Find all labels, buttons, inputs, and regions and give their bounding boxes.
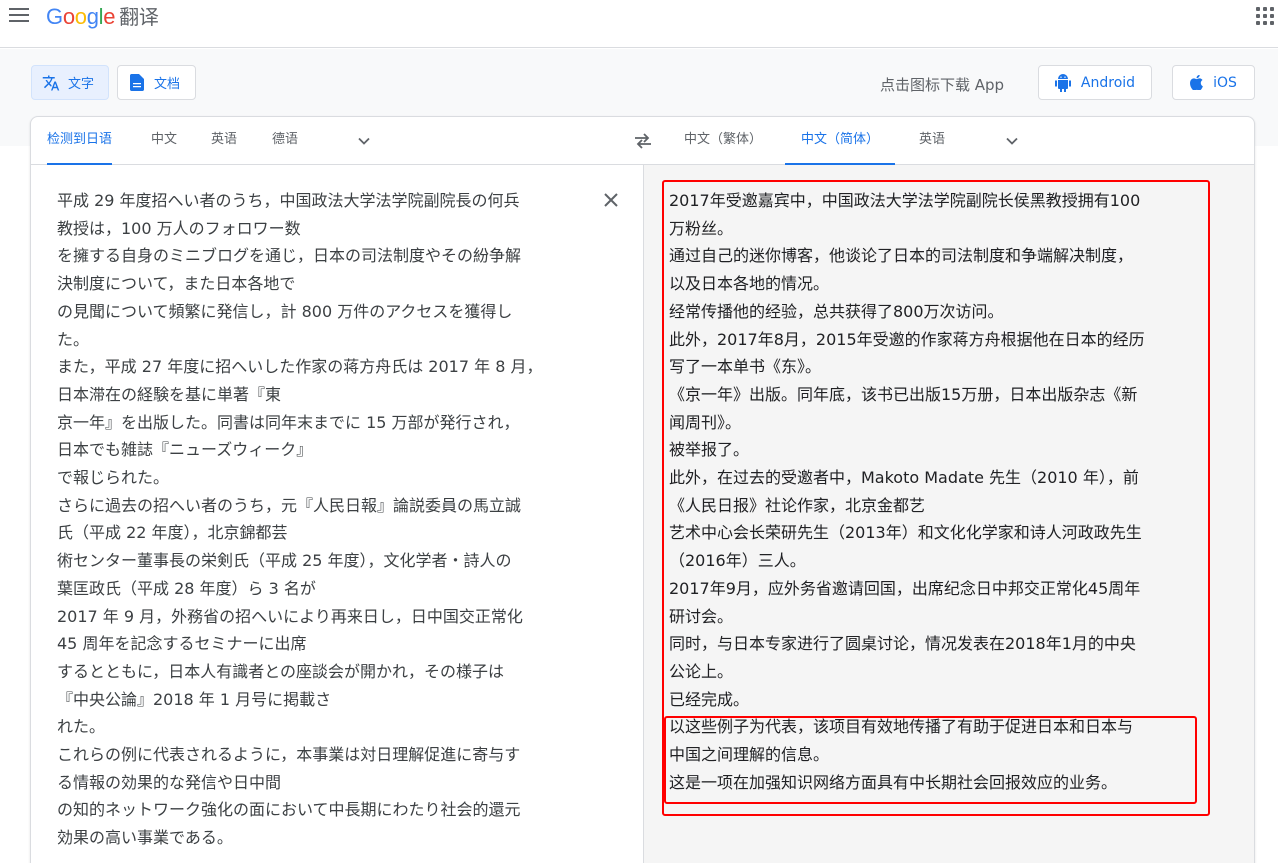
source-line: 平成 29 年度招へい者のうち，中国政法大学法学院副院長の何兵 — [57, 191, 520, 210]
android-icon — [1054, 73, 1071, 92]
google-apps-icon[interactable] — [1256, 7, 1274, 25]
source-line: の知的ネットワーク強化の面において中長期にわたり社会的還元 — [57, 800, 521, 820]
ios-label: iOS — [1213, 74, 1237, 91]
source-line: れた。 — [57, 717, 106, 737]
source-line: た。 — [57, 329, 90, 349]
source-line: を擁する自身のミニブログを通じ，日本の司法制度やその紛争解 — [57, 246, 522, 266]
source-line: 45 周年を記念するセミナーに出席 — [57, 634, 307, 654]
translate-icon — [42, 74, 60, 92]
source-line: 効果の高い事業である。 — [57, 828, 233, 848]
source-line: 教授は，100 万人のフォロワー数 — [57, 218, 301, 238]
tab-source-english[interactable]: 英语 — [211, 117, 237, 165]
translation-card: 检测到日语 中文 英语 德语 中文（繁体） 中文（简体） 英语 平成 29 年度… — [30, 116, 1255, 863]
translation-line: 艺术中心会长荣研先生（2013年）和文化化学家和诗人河政政先生 — [669, 523, 1142, 543]
translation-line: 以及日本各地的情况。 — [669, 274, 830, 294]
translation-line: 2017年9月，应外务省邀请回国，出席纪念日中邦交正常化45周年 — [669, 578, 1141, 598]
tab-target-english[interactable]: 英语 — [919, 117, 945, 165]
source-line: 日本でも雑誌『ニューズウィーク』 — [57, 440, 313, 460]
source-line: 術センター董事長の栄剣氏（平成 25 年度），文化学者・詩人の — [57, 551, 512, 571]
translation-line: 通过自己的迷你博客，他谈论了日本的司法制度和争端解决制度， — [669, 246, 1134, 266]
translation-line: 此外，2017年8月，2015年受邀的作家蒋方舟根据他在日本的经历 — [669, 329, 1145, 349]
source-line: 決制度について，また日本各地で — [57, 274, 296, 294]
source-line: さらに過去の招へい者のうち，元『人民日報』論説委員の馬立誠 — [57, 495, 522, 515]
source-line: また，平成 27 年度に招へいした作家の蒋方舟氏は 2017 年 8 月， — [57, 357, 543, 377]
target-language-chevron-down-icon[interactable] — [1004, 133, 1020, 149]
download-app-prompt: 点击图标下载 App — [880, 76, 1005, 94]
source-line: 『中央公論』2018 年 1 月号に掲載さ — [57, 689, 332, 709]
tab-source-german[interactable]: 德语 — [272, 117, 298, 165]
source-line: 氏（平成 22 年度），北京錦都芸 — [57, 523, 288, 543]
translation-output: 2017年受邀嘉宾中，中国政法大学法学院副院长侯黑教授拥有100 万粉丝。通过自己… — [669, 187, 1199, 796]
target-text-pane: 2017年受邀嘉宾中，中国政法大学法学院副院长侯黑教授拥有100 万粉丝。通过自己… — [643, 165, 1254, 863]
source-line: 京一年』を出版した。同書は同年末までに 15 万部が発行され， — [57, 412, 520, 432]
google-translate-logo[interactable]: Google 翻译 — [46, 1, 159, 30]
translation-line: 2017年受邀嘉宾中，中国政法大学法学院副院长侯黑教授拥有100 — [669, 191, 1141, 210]
android-label: Android — [1080, 74, 1136, 91]
translation-line: （2016年）三人。 — [669, 551, 806, 571]
text-mode-button[interactable]: 文字 — [31, 65, 109, 100]
source-line: で報じられた。 — [57, 468, 170, 488]
source-line: これらの例に代表されるように，本事業は対日理解促進に寄与す — [57, 745, 521, 765]
source-line: 葉匡政氏（平成 28 年度）ら 3 名が — [57, 578, 316, 598]
translation-line: 被举报了。 — [669, 440, 750, 460]
translation-line: 公论上。 — [669, 661, 734, 681]
translation-line: 经常传播他的经验，总共获得了800万次访问。 — [669, 301, 1004, 321]
ios-app-button[interactable]: iOS — [1172, 65, 1255, 100]
tab-source-chinese[interactable]: 中文 — [151, 117, 177, 165]
apple-icon — [1190, 75, 1203, 90]
source-textarea[interactable]: 平成 29 年度招へい者のうち，中国政法大学法学院副院長の何兵 教授は，100 万… — [57, 187, 577, 852]
translation-line: 写了一本单书《东》。 — [669, 357, 822, 377]
translation-line: 研讨会。 — [669, 606, 734, 626]
source-line: するとともに，日本人有識者との座談会が開かれ，その様子は — [57, 661, 505, 681]
translation-line: 此外，在过去的受邀者中，Makoto Madate 先生（2010 年），前 — [669, 468, 1139, 488]
hamburger-menu-icon[interactable] — [9, 8, 29, 24]
source-line: の見聞について頻繁に発信し，計 800 万件のアクセスを獲得し — [57, 301, 513, 321]
android-app-button[interactable]: Android — [1038, 65, 1152, 100]
document-mode-label: 文档 — [154, 77, 181, 92]
document-mode-button[interactable]: 文档 — [117, 65, 196, 100]
swap-languages-icon[interactable] — [633, 131, 653, 151]
translation-line: 闻周刊》。 — [669, 412, 742, 432]
tab-target-traditional-chinese[interactable]: 中文（繁体） — [684, 117, 762, 165]
source-line: 2017 年 9 月，外務省の招へいにより再来日し，日中国交正常化 — [57, 606, 523, 626]
source-language-chevron-down-icon[interactable] — [356, 133, 372, 149]
translation-line: 《京一年》出版。同年底，该书已出版15万册，日本出版杂志《新 — [669, 384, 1138, 404]
source-line: る情報の効果的な発信や日中間 — [57, 772, 282, 792]
translation-line: 以这些例子为代表，该项目有效地传播了有助于促进日本和日本与 — [669, 717, 1134, 737]
document-icon — [128, 74, 146, 92]
app-header: Google 翻译 — [0, 0, 1278, 48]
source-text-pane[interactable]: 平成 29 年度招へい者のうち，中国政法大学法学院副院長の何兵 教授は，100 万… — [31, 165, 643, 863]
translation-line: 中国之间理解的信息。 — [669, 745, 830, 765]
clear-source-close-icon[interactable] — [601, 190, 621, 210]
translation-line: 这是一项在加强知识网络方面具有中长期社会回报效应的业务。 — [669, 772, 1118, 792]
tab-detected-language[interactable]: 检测到日语 — [47, 117, 113, 165]
text-mode-label: 文字 — [68, 77, 95, 92]
source-line: 日本滞在の経験を基に単著『東 — [57, 384, 282, 404]
translation-line: 同时，与日本专家进行了圆桌讨论，情况发表在2018年1月的中央 — [669, 634, 1136, 654]
logo-suffix: 翻译 — [119, 5, 159, 29]
language-bar: 检测到日语 中文 英语 德语 中文（繁体） 中文（简体） 英语 — [31, 117, 1254, 165]
translation-line: 《人民日报》社论作家，北京金都艺 — [669, 495, 926, 515]
tab-target-simplified-chinese[interactable]: 中文（简体） — [785, 117, 896, 165]
translation-line: 万粉丝。 — [669, 218, 734, 238]
translation-line: 已经完成。 — [669, 689, 750, 709]
